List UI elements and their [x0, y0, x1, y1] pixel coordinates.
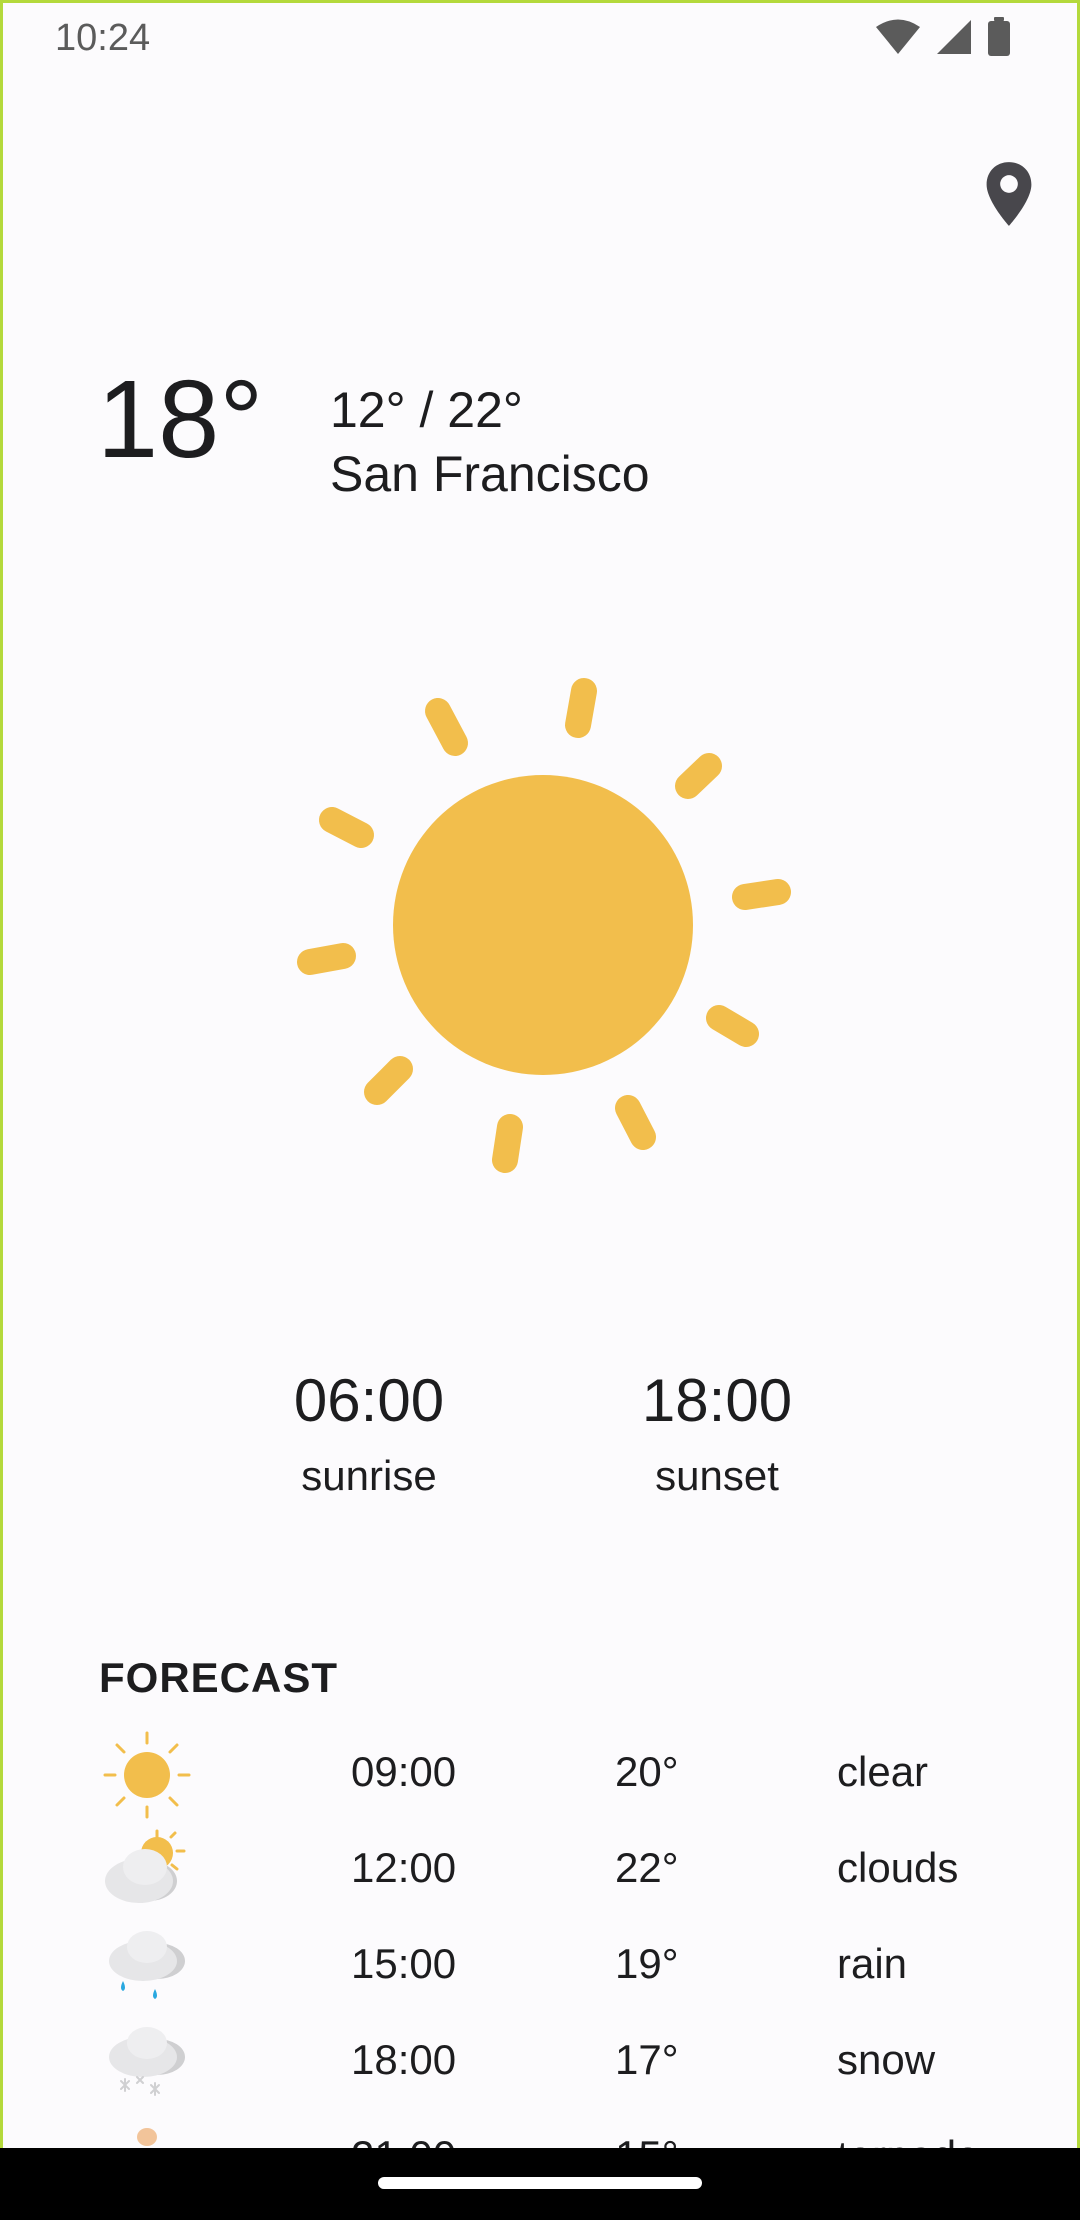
forecast-temperature: 22°	[615, 1844, 679, 1891]
snow-cloud-icon	[109, 2027, 185, 2096]
forecast-temperature: 19°	[615, 1940, 679, 1987]
forecast-condition: clear	[837, 1748, 929, 1795]
forecast-condition: rain	[837, 1940, 908, 1987]
sunset-label: sunset	[655, 1452, 779, 1499]
sunrise-time: 06:00	[293, 1367, 445, 1434]
forecast-temperature: 15°	[615, 2135, 679, 2149]
forecast-row: 15:00 19° rain	[3, 1919, 1077, 2015]
forecast-row: 18:00 17° snow	[3, 2015, 1077, 2111]
rain-cloud-icon	[109, 1931, 185, 1999]
forecast-condition: tornado	[837, 2135, 979, 2149]
forecast-row: 21:00 15° tornado	[3, 2111, 1077, 2149]
tornado-icon	[137, 2128, 157, 2146]
forecast-condition: snow	[837, 2036, 936, 2083]
forecast-row: 09:00 20° clear	[3, 1727, 1077, 1823]
sun-icon	[103, 1731, 191, 1819]
forecast-time: 15:00	[351, 1940, 457, 1987]
sunrise-label: sunrise	[301, 1452, 437, 1499]
sun-icon	[297, 678, 791, 1173]
forecast-time: 21:00	[351, 2135, 456, 2149]
cloud-sun-icon	[105, 1829, 186, 1903]
forecast-time: 12:00	[351, 1844, 457, 1891]
forecast-title: FORECAST	[99, 1654, 338, 1701]
forecast-condition: clouds	[837, 1844, 959, 1891]
forecast-temperature: 17°	[615, 2036, 679, 2083]
forecast-temperature: 20°	[615, 1748, 679, 1795]
sunset-time: 18:00	[641, 1367, 793, 1434]
forecast-time: 18:00	[351, 2036, 457, 2083]
home-gesture-handle[interactable]	[378, 2177, 702, 2189]
forecast-time: 09:00	[351, 1748, 457, 1795]
weather-screen: 10:24 18° 12° / 22° San Francisco 06:00 …	[0, 0, 1080, 2148]
forecast-row: 12:00 22° clouds	[3, 1823, 1077, 1919]
